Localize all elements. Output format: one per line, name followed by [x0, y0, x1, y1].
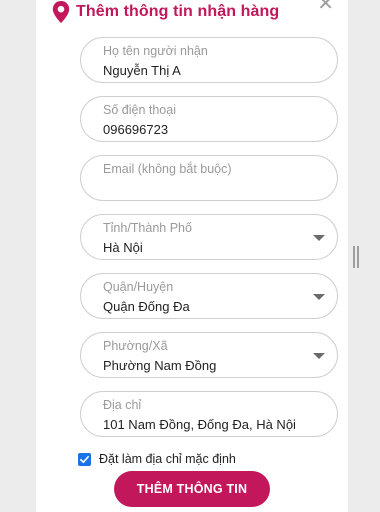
default-address-checkbox[interactable]: [78, 452, 91, 466]
phone-field[interactable]: Số điện thoại 096696723: [80, 96, 338, 142]
address-value: 101 Nam Đồng, Đống Đa, Hà Nội: [103, 417, 296, 432]
check-icon: [80, 455, 89, 463]
phone-label: Số điện thoại: [103, 103, 176, 117]
form-title: Thêm thông tin nhận hàng: [76, 3, 280, 20]
ward-label: Phường/Xã: [103, 339, 168, 353]
district-select[interactable]: Quận/Huyện Quận Đống Đa: [80, 273, 338, 319]
province-select[interactable]: Tỉnh/Thành Phố Hà Nội: [80, 214, 338, 260]
email-field[interactable]: Email (không bắt buộc): [80, 155, 338, 201]
address-label: Địa chỉ: [103, 398, 142, 412]
phone-value: 096696723: [103, 122, 169, 137]
left-background: [0, 0, 36, 512]
recipient-name-value: Nguyễn Thị A: [103, 63, 181, 78]
province-label: Tỉnh/Thành Phố: [103, 221, 192, 235]
add-info-button[interactable]: THÊM THÔNG TIN: [114, 471, 270, 507]
district-value: Quận Đống Đa: [103, 299, 190, 314]
address-form-panel: Thêm thông tin nhận hàng ✕ Họ tên người …: [36, 0, 348, 512]
form-header: Thêm thông tin nhận hàng: [52, 0, 279, 24]
scroll-handle-bar: [353, 246, 355, 268]
recipient-name-label: Họ tên người nhận: [103, 44, 208, 58]
chevron-down-icon: [313, 235, 325, 241]
scroll-handle-bar: [357, 246, 359, 268]
province-value: Hà Nội: [103, 240, 143, 255]
chevron-down-icon: [313, 353, 325, 359]
ward-select[interactable]: Phường/Xã Phường Nam Đồng: [80, 332, 338, 378]
default-address-label: Đặt làm địa chỉ mặc định: [99, 452, 236, 466]
default-address-row: Đặt làm địa chỉ mặc định: [78, 452, 236, 466]
email-label: Email (không bắt buộc): [103, 162, 232, 176]
ward-value: Phường Nam Đồng: [103, 358, 217, 373]
scroll-handle[interactable]: [353, 246, 359, 268]
district-label: Quận/Huyện: [103, 280, 174, 294]
recipient-name-field[interactable]: Họ tên người nhận Nguyễn Thị A: [80, 37, 338, 83]
close-icon[interactable]: ✕: [317, 0, 334, 14]
location-pin-icon: [52, 1, 70, 23]
address-field[interactable]: Địa chỉ 101 Nam Đồng, Đống Đa, Hà Nội: [80, 391, 338, 437]
chevron-down-icon: [313, 294, 325, 300]
